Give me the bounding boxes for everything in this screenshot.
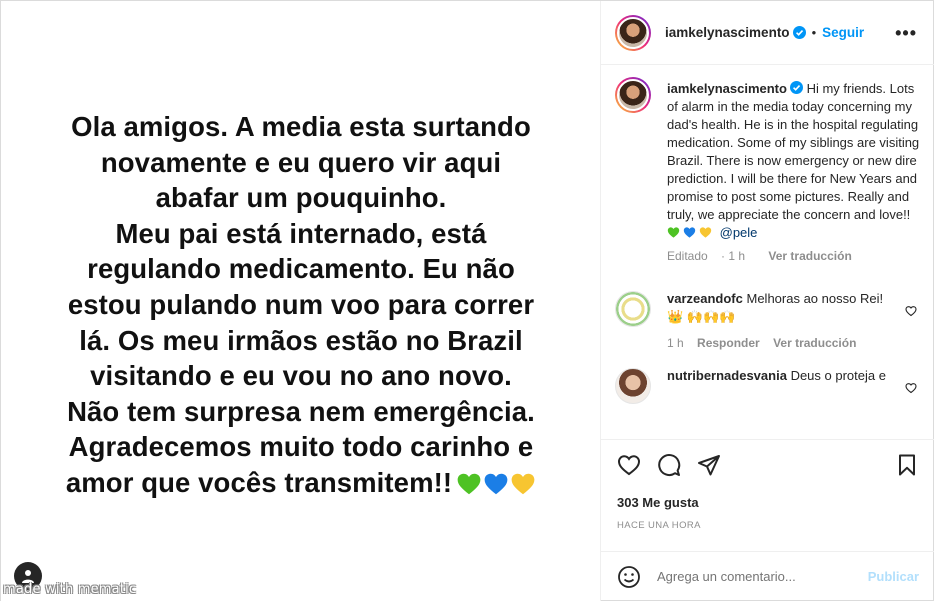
comment-body: varzeandofc Melhoras ao nosso Rei! 👑 🙌🙌🙌… [667, 290, 883, 352]
hearts-emoji [456, 471, 536, 497]
media-line: estou pulando num voo para correr [67, 288, 535, 320]
media-line-text: amor que vocês transmitem!! [65, 466, 453, 498]
avatar-image [617, 79, 649, 111]
media-line: Meu pai está internado, está [115, 217, 487, 249]
caption-username[interactable]: iamkelynascimento [667, 81, 787, 96]
caption-hearts [667, 225, 716, 240]
yellow-heart-icon [699, 227, 712, 238]
post-header: iamkelynascimento • Seguir ••• [601, 1, 934, 65]
likes-count[interactable]: 303 Me gusta [617, 495, 699, 510]
verified-badge-icon [789, 81, 803, 94]
comment-text: Melhoras ao nosso Rei! [746, 291, 884, 306]
separator-dot: • [811, 25, 817, 40]
blue-heart-icon [683, 227, 696, 238]
comment-username[interactable]: nutribernadesvania [667, 368, 787, 383]
media-line: lá. Os meu irmãos estão no Brazil [79, 324, 523, 356]
caption-body: iamkelynascimento Hi my friends. Lots of… [667, 80, 921, 265]
comment-body: nutribernadesvania Deus o proteja e [667, 367, 886, 404]
media-line: Não tem surpresa nem emergência. [67, 395, 535, 427]
comment-time: 1 h [667, 336, 684, 350]
comment-emoji: 👑 🙌🙌🙌 [667, 309, 736, 324]
follow-button[interactable]: Seguir [822, 25, 864, 40]
comment-meta: 1 h Responder Ver traducción [667, 334, 883, 352]
reply-button[interactable]: Responder [697, 336, 760, 350]
edited-label: Editado · 1 h [667, 249, 746, 263]
post-actions: 303 Me gusta HACE UNA HORA Publicar [601, 439, 934, 599]
like-comment-icon[interactable] [905, 305, 917, 317]
comment-text: Deus o proteja e [790, 368, 886, 383]
post-panel: iamkelynascimento • Seguir ••• iamkelyna… [601, 1, 934, 601]
post-media[interactable]: Ola amigos. A media esta surtando novame… [1, 1, 601, 601]
media-line: abafar um pouquinho. [155, 182, 447, 214]
blue-heart-icon [484, 473, 508, 495]
action-icons [617, 453, 919, 479]
green-heart-icon [667, 227, 680, 238]
publish-button[interactable]: Publicar [868, 569, 919, 584]
avatar-image [615, 368, 651, 404]
author-username[interactable]: iamkelynascimento [665, 25, 790, 40]
green-heart-icon [457, 473, 481, 495]
media-text: Ola amigos. A media esta surtando novame… [21, 109, 581, 501]
caption-text: Hi my friends. Lots of alarm in the medi… [667, 81, 920, 222]
yellow-heart-icon [511, 473, 535, 495]
post-timestamp: HACE UNA HORA [617, 520, 701, 531]
comment-input[interactable] [657, 569, 857, 584]
media-line: visitando e eu vou no ano novo. [90, 360, 512, 392]
media-line: novamente e eu quero vir aqui [100, 146, 502, 178]
more-options-button[interactable]: ••• [895, 23, 917, 44]
commenter-avatar[interactable] [615, 368, 651, 404]
comment-username[interactable]: varzeandofc [667, 291, 743, 306]
watermark: made with mematic [3, 582, 137, 597]
avatar-image [617, 16, 649, 49]
add-comment-bar: Publicar [601, 551, 934, 601]
comment-icon[interactable] [657, 453, 681, 477]
caption-time: 1 h [728, 249, 746, 263]
like-comment-icon[interactable] [905, 382, 917, 394]
media-line: regulando medicamento. Eu não [87, 253, 515, 285]
media-line: Agradecemos muito todo carinho e [68, 431, 534, 463]
share-icon[interactable] [697, 453, 721, 477]
caption-avatar[interactable] [615, 77, 651, 113]
translate-link[interactable]: Ver traducción [768, 249, 851, 263]
author-avatar[interactable] [615, 14, 651, 51]
caption: iamkelynascimento Hi my friends. Lots of… [615, 77, 921, 265]
comments-list[interactable]: iamkelynascimento Hi my friends. Lots of… [601, 65, 934, 439]
verified-badge-icon [792, 26, 806, 39]
media-line: Ola amigos. A media esta surtando [71, 111, 531, 142]
commenter-avatar[interactable] [615, 291, 651, 327]
avatar-image [615, 291, 651, 327]
media-line-last: amor que vocês transmitem!! [21, 465, 581, 501]
comment-item: varzeandofc Melhoras ao nosso Rei! 👑 🙌🙌🙌… [615, 291, 921, 352]
emoji-picker-icon[interactable] [617, 565, 641, 589]
mention-link[interactable]: @pele [720, 225, 758, 240]
instagram-post: Ola amigos. A media esta surtando novame… [0, 0, 934, 601]
save-bookmark-icon[interactable] [895, 453, 919, 477]
edited-text: Editado [667, 249, 708, 263]
comment-item: nutribernadesvania Deus o proteja e [615, 368, 921, 404]
caption-meta: Editado · 1 h Ver traducción [667, 247, 921, 265]
like-icon[interactable] [617, 453, 641, 477]
translate-link[interactable]: Ver traducción [773, 336, 856, 350]
